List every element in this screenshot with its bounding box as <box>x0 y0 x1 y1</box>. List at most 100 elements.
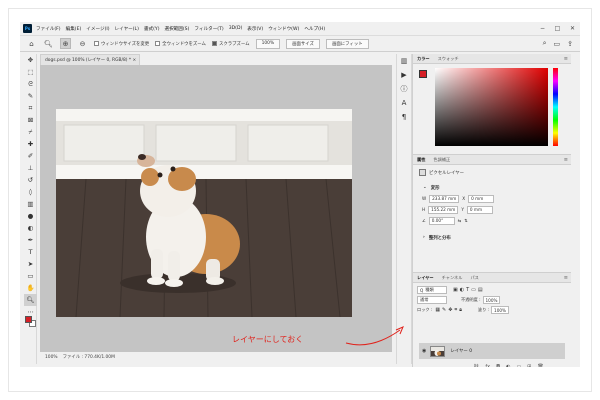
healing-brush-tool-icon[interactable]: ✚ <box>24 138 37 150</box>
zoom-in-icon[interactable]: ⊕ <box>60 38 71 49</box>
panel-menu-icon[interactable]: ≡ <box>564 275 568 281</box>
tab-channels[interactable]: チャンネル <box>438 275 467 281</box>
clone-stamp-tool-icon[interactable]: ⊥ <box>24 162 37 174</box>
crop-tool-icon[interactable]: ⌗ <box>24 102 37 114</box>
tab-swatches[interactable]: スウォッチ <box>434 56 463 62</box>
close-button[interactable]: ✕ <box>565 25 580 32</box>
new-group-icon[interactable]: ▭ <box>516 364 521 367</box>
menu-item[interactable]: 選択範囲(S) <box>165 26 190 32</box>
scrubby-zoom-checkbox[interactable]: スクラブズーム <box>211 41 250 47</box>
dodge-tool-icon[interactable]: ◐ <box>24 222 37 234</box>
lock-icons[interactable]: ▦✎✥⌗🔒︎ <box>435 307 464 313</box>
color-swatches[interactable] <box>25 316 36 327</box>
fit-screen-button[interactable]: 画面サイズ <box>286 38 320 49</box>
opacity-field[interactable]: 100% <box>482 296 501 304</box>
shape-tool-icon[interactable]: ▭ <box>24 270 37 282</box>
status-zoom[interactable]: 100% <box>45 355 58 360</box>
transform-header[interactable]: ⌄ 変形 <box>413 182 571 193</box>
move-tool-icon[interactable]: ✥ <box>24 54 37 66</box>
resize-windows-checkbox[interactable]: ウィンドウサイズを変更 <box>94 41 149 47</box>
tab-properties[interactable]: 属性 <box>413 157 429 163</box>
zoom-tool-icon[interactable]: 🔍︎ <box>43 38 54 49</box>
gradient-tool-icon[interactable]: ▥ <box>24 198 37 210</box>
adjustment-layer-icon[interactable]: ◐ <box>506 364 510 367</box>
document-tab[interactable]: dogs.psd @ 100% (レイヤー 0, RGB/8) * × <box>40 54 140 65</box>
zoom-all-windows-checkbox[interactable]: 全ウィンドウをズーム <box>155 41 206 47</box>
menu-item[interactable]: ヘルプ(H) <box>304 26 325 32</box>
canvas-area[interactable] <box>40 65 392 352</box>
menu-item[interactable]: フィルター(T) <box>194 26 223 32</box>
menu-item[interactable]: 表示(V) <box>247 26 263 32</box>
link-layers-icon[interactable]: ⛓ <box>473 364 479 367</box>
zoom-100-button[interactable]: 100% <box>255 38 281 49</box>
menu-item[interactable]: 書式(Y) <box>144 26 160 32</box>
blend-mode-select[interactable]: 通常 <box>417 296 447 304</box>
zoom-out-icon[interactable]: ⊖ <box>77 38 88 49</box>
x-field[interactable]: 0 mm <box>468 194 495 203</box>
tab-adjustments[interactable]: 色調補正 <box>429 157 454 163</box>
pen-tool-icon[interactable]: ✒ <box>24 234 37 246</box>
actions-icon[interactable]: ▶ <box>397 68 411 82</box>
share-icon[interactable]: ⇪ <box>567 40 573 48</box>
height-field[interactable]: 155.22 mm <box>428 205 459 214</box>
character-icon[interactable]: A <box>397 96 411 110</box>
menu-item[interactable]: イメージ(I) <box>86 26 109 32</box>
menu-item[interactable]: レイヤー(L) <box>115 26 139 32</box>
angle-field[interactable]: 0.00° <box>428 216 455 225</box>
tab-paths[interactable]: パス <box>466 275 482 281</box>
layer-kind-select[interactable]: Q 種類 <box>417 286 447 294</box>
add-mask-icon[interactable]: ◘ <box>496 364 500 367</box>
zoom-tool-icon[interactable]: 🔍︎ <box>24 294 37 306</box>
layer-filter-icons[interactable]: ▣◐T▭▤ <box>453 287 485 293</box>
eraser-tool-icon[interactable]: ◊ <box>24 186 37 198</box>
panel-menu-icon[interactable]: ≡ <box>564 157 568 163</box>
flip-horizontal-icon[interactable]: ⇆ <box>458 218 462 223</box>
menu-item[interactable]: 編集(E) <box>66 26 82 32</box>
path-select-tool-icon[interactable]: ➤ <box>24 258 37 270</box>
lasso-tool-icon[interactable]: ᘓ <box>24 78 37 90</box>
y-field[interactable]: 0 mm <box>466 205 493 214</box>
fill-screen-button[interactable]: 画面にフィット <box>325 38 369 49</box>
align-header[interactable]: › 整列と分布 <box>413 232 571 243</box>
color-panel-foreground-swatch[interactable] <box>419 70 427 78</box>
brush-tool-icon[interactable]: ✐ <box>24 150 37 162</box>
layers-panel: レイヤー チャンネル パス ≡ Q 種類 ▣◐T▭▤ 通常 不透明度 : 100… <box>413 272 571 367</box>
history-brush-tool-icon[interactable]: ↺ <box>24 174 37 186</box>
new-layer-icon[interactable]: ⊞ <box>527 364 531 367</box>
fill-field[interactable]: 100% <box>491 306 510 314</box>
layer-row[interactable]: ◉ レイヤー 0 <box>419 343 565 359</box>
hue-slider[interactable] <box>553 68 558 146</box>
type-tool-icon[interactable]: T <box>24 246 37 258</box>
color-picker-field[interactable] <box>435 68 548 146</box>
eyedropper-tool-icon[interactable]: ⌿ <box>24 126 37 138</box>
paragraph-icon[interactable]: ¶ <box>397 110 411 124</box>
info-icon[interactable]: ⓘ <box>397 82 411 96</box>
home-icon[interactable]: ⌂ <box>26 38 37 49</box>
panel-menu-icon[interactable]: ≡ <box>564 56 568 62</box>
status-file-info[interactable]: ファイル : 770.4K/1.00M <box>63 354 115 360</box>
marquee-tool-icon[interactable]: ⬚ <box>24 66 37 78</box>
minimize-button[interactable]: − <box>535 25 550 32</box>
menu-item[interactable]: 3D(D) <box>229 26 243 32</box>
y-label: Y <box>461 207 464 212</box>
eye-icon[interactable]: ◉ <box>422 348 426 354</box>
app-logo: Ps <box>23 24 32 33</box>
trash-icon[interactable]: 🗑︎ <box>537 364 543 367</box>
blur-tool-icon[interactable]: ● <box>24 210 37 222</box>
hand-tool-icon[interactable]: ✋ <box>24 282 37 294</box>
width-field[interactable]: 233.87 mm <box>429 194 460 203</box>
menu-item[interactable]: ファイル(F) <box>36 26 61 32</box>
tab-color[interactable]: カラー <box>413 56 434 62</box>
workspace-icon[interactable]: ▭ <box>554 40 561 48</box>
layer-name[interactable]: レイヤー 0 <box>450 348 472 354</box>
frame-tool-icon[interactable]: ⊠ <box>24 114 37 126</box>
search-icon[interactable]: ⌕ <box>543 39 547 48</box>
fx-icon[interactable]: fx <box>485 364 490 367</box>
history-icon[interactable]: ▥ <box>397 54 411 68</box>
tab-layers[interactable]: レイヤー <box>413 275 438 281</box>
menu-item[interactable]: ウィンドウ(W) <box>268 26 299 32</box>
foreground-color-swatch[interactable] <box>25 316 32 323</box>
maximize-button[interactable]: □ <box>550 25 565 32</box>
flip-vertical-icon[interactable]: ⇅ <box>464 218 468 223</box>
quick-select-tool-icon[interactable]: ✎ <box>24 90 37 102</box>
